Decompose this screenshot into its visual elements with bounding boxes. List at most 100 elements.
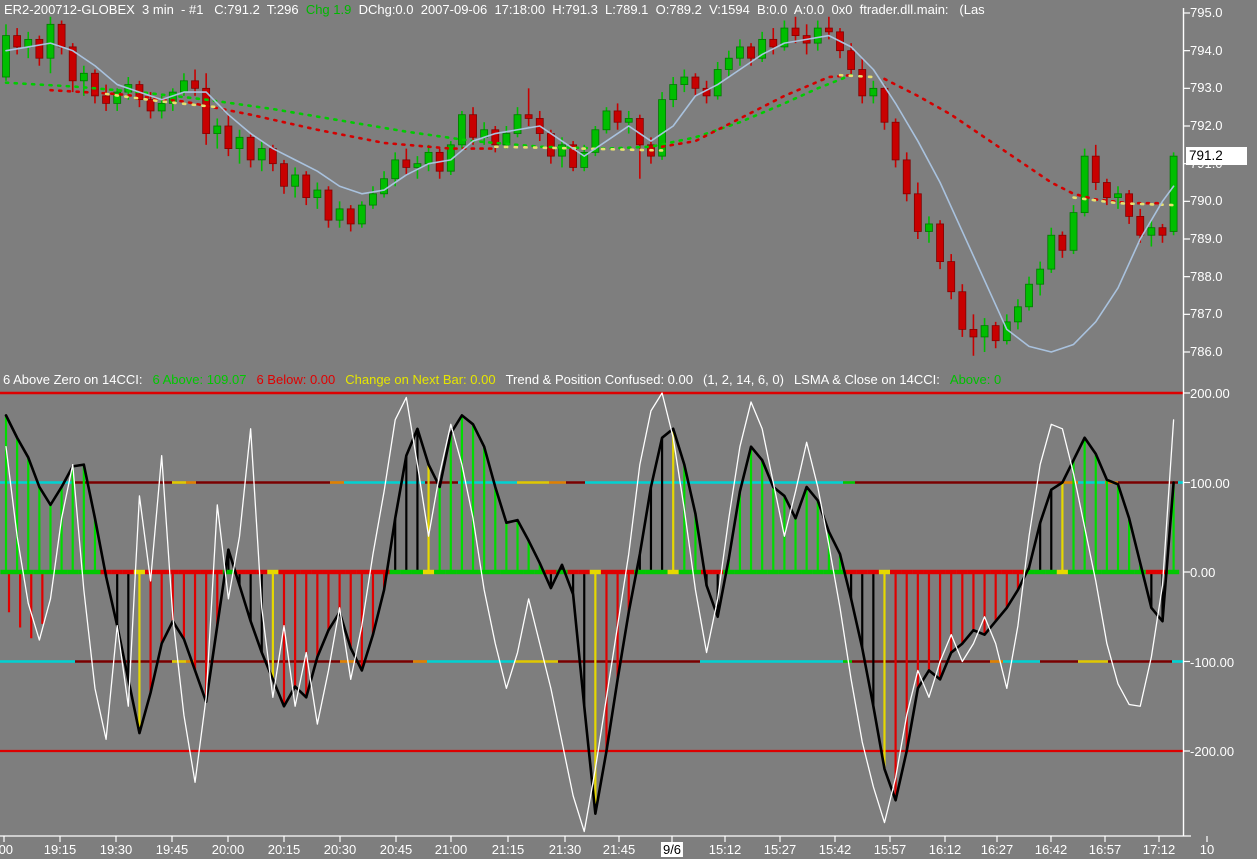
zero-line-segment bbox=[400, 569, 412, 575]
zero-line-segment bbox=[867, 569, 879, 575]
zero-line-segment bbox=[956, 569, 968, 575]
zero-line-segment bbox=[801, 569, 813, 575]
red-dotted-ma-line bbox=[660, 73, 853, 149]
time-axis-label: 15:12 bbox=[708, 842, 742, 857]
candlestick bbox=[925, 223, 933, 232]
zero-line-segment bbox=[111, 569, 123, 575]
time-axis-label: 16:42 bbox=[1034, 842, 1068, 857]
zero-line-segment bbox=[122, 569, 134, 575]
indicator-status-segment: Trend & Position Confused: 0.00 bbox=[505, 372, 693, 387]
session-date-marker: 9/6 bbox=[660, 842, 684, 857]
zero-line-segment bbox=[1012, 569, 1024, 575]
candlestick bbox=[691, 76, 700, 89]
zero-line-segment bbox=[745, 569, 757, 575]
zero-line-segment bbox=[356, 569, 368, 575]
title-bar: ER2-200712-GLOBEX 3 min - #1 C:791.2 T:2… bbox=[4, 2, 1254, 20]
candlestick bbox=[35, 38, 44, 59]
candlestick bbox=[102, 95, 110, 104]
indicator-status-segment: 6 Above Zero on 14CCI: bbox=[3, 372, 143, 387]
zero-line-segment bbox=[789, 569, 802, 575]
time-axis-label: 20:15 bbox=[267, 842, 301, 857]
time-axis-label: :00 bbox=[0, 842, 14, 857]
zero-line-segment bbox=[645, 569, 657, 575]
cci-axis-label: 200.00 bbox=[1190, 386, 1230, 401]
cci-panel bbox=[0, 391, 1183, 833]
time-axis-label: 17:12 bbox=[1142, 842, 1176, 857]
zero-line-segment bbox=[156, 569, 168, 575]
price-axis-label: 787.0 bbox=[1190, 306, 1223, 322]
zero-line-segment bbox=[389, 569, 401, 575]
zero-line-segment bbox=[345, 569, 357, 575]
zero-line-segment bbox=[245, 569, 257, 575]
candlestick bbox=[1025, 283, 1033, 308]
zero-line-segment bbox=[678, 569, 690, 575]
candlestick bbox=[2, 35, 10, 78]
zero-line-segment bbox=[1001, 569, 1013, 575]
indicator-status-segment: Above: 0 bbox=[949, 372, 1002, 387]
candlestick bbox=[1058, 234, 1067, 251]
candlestick bbox=[969, 328, 978, 338]
candlestick bbox=[869, 87, 878, 97]
candlestick bbox=[46, 23, 55, 59]
price-panel bbox=[2, 16, 1178, 356]
zero-line-segment bbox=[856, 569, 868, 575]
zero-line-segment bbox=[456, 569, 468, 575]
chart-canvas[interactable] bbox=[0, 0, 1257, 859]
zero-line-segment bbox=[812, 569, 824, 575]
candlestick bbox=[335, 208, 344, 221]
zero-line-segment bbox=[278, 569, 290, 575]
candlestick bbox=[346, 208, 355, 225]
time-axis-label: 20:30 bbox=[323, 842, 357, 857]
candlestick bbox=[546, 133, 555, 157]
candlestick bbox=[1147, 227, 1156, 236]
candlestick bbox=[302, 174, 311, 198]
zero-line-segment bbox=[767, 569, 779, 575]
zero-line-segment bbox=[600, 569, 613, 575]
candlestick bbox=[180, 80, 188, 93]
candlestick bbox=[624, 118, 633, 123]
candlestick bbox=[79, 72, 88, 82]
zero-line-segment bbox=[656, 569, 668, 575]
zero-line-segment bbox=[267, 569, 279, 575]
candlestick bbox=[980, 325, 989, 338]
zero-line-segment bbox=[0, 569, 12, 575]
candlestick bbox=[947, 261, 956, 293]
candlestick bbox=[524, 114, 533, 119]
candlestick bbox=[902, 159, 911, 195]
yellow-dotted-ma-line bbox=[838, 73, 875, 79]
price-axis-label: 789.0 bbox=[1190, 230, 1223, 246]
candlestick bbox=[357, 204, 366, 225]
candlestick bbox=[57, 23, 66, 48]
zero-line-segment bbox=[411, 569, 424, 575]
zero-line-segment bbox=[912, 569, 924, 575]
zero-line-segment bbox=[67, 569, 79, 575]
zero-line-segment bbox=[967, 569, 980, 575]
price-axis-label: 792.0 bbox=[1190, 117, 1223, 133]
zero-line-segment bbox=[1079, 569, 1091, 575]
zero-line-segment bbox=[756, 569, 768, 575]
zero-line-segment bbox=[311, 569, 323, 575]
zero-line-segment bbox=[978, 569, 991, 575]
candlestick bbox=[1080, 155, 1089, 214]
zero-line-segment bbox=[923, 569, 935, 575]
candlestick bbox=[280, 163, 288, 187]
zero-line-segment bbox=[56, 569, 68, 575]
time-axis-label: 16:12 bbox=[928, 842, 962, 857]
candlestick bbox=[669, 84, 678, 101]
zero-line-segment bbox=[1168, 569, 1180, 575]
candlestick bbox=[1158, 227, 1167, 236]
zero-line-segment bbox=[734, 569, 746, 575]
candlestick bbox=[1069, 212, 1078, 251]
zero-line-segment bbox=[422, 569, 435, 575]
candlestick bbox=[268, 148, 277, 165]
candlestick bbox=[1036, 268, 1045, 285]
indicator-status-segment: Change on Next Bar: 0.00 bbox=[345, 372, 496, 387]
cci-axis-label: 100.00 bbox=[1190, 475, 1230, 491]
zero-line-segment bbox=[478, 569, 490, 575]
candlestick bbox=[146, 99, 155, 112]
green-dotted-ma-line bbox=[4, 73, 853, 150]
zero-line-segment bbox=[167, 569, 179, 575]
zero-line-segment bbox=[845, 569, 857, 575]
time-axis-label: 10 bbox=[1199, 842, 1215, 857]
zero-line-segment bbox=[1101, 569, 1113, 575]
